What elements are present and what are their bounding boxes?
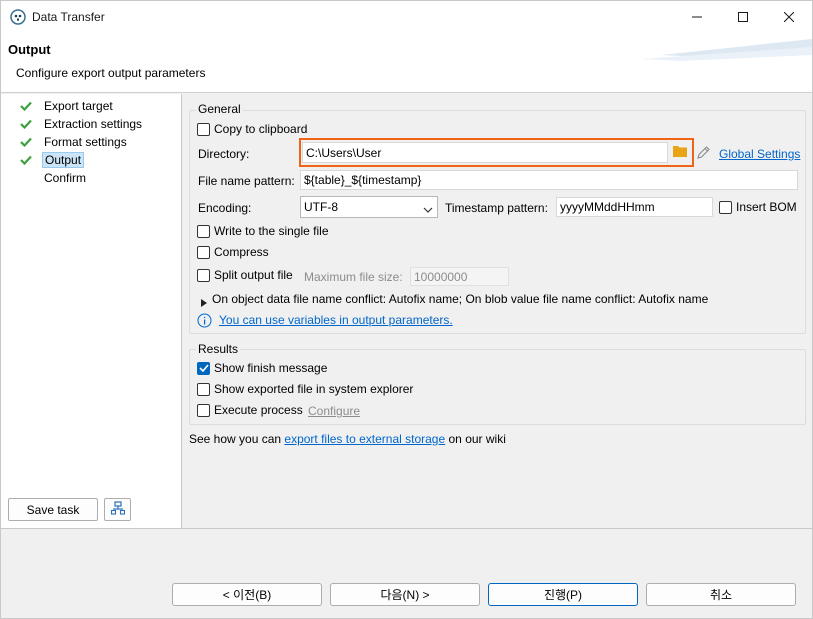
- nav-item-export-target[interactable]: Export target: [19, 98, 115, 114]
- check-icon: [19, 99, 33, 113]
- max-file-size-input[interactable]: 10000000: [410, 267, 509, 286]
- maximize-button[interactable]: [720, 1, 766, 33]
- timestamp-pattern-label: Timestamp pattern:: [445, 201, 548, 215]
- tasks-icon: [110, 501, 125, 518]
- check-icon: [19, 153, 33, 167]
- header-decoration: [641, 39, 812, 61]
- check-icon: [19, 135, 33, 149]
- wiki-hint: See how you can export files to external…: [189, 432, 506, 446]
- minimize-button[interactable]: [674, 1, 720, 33]
- info-icon: [197, 313, 212, 331]
- wizard-header: Output Configure export output parameter…: [1, 33, 812, 93]
- show-exported-file-checkbox[interactable]: Show exported file in system explorer: [197, 382, 413, 396]
- execute-process-checkbox[interactable]: Execute process: [197, 403, 303, 417]
- data-transfer-window: Data Transfer Output Configure export ou…: [0, 0, 813, 619]
- directory-input[interactable]: C:\Users\User: [302, 142, 668, 163]
- save-task-button[interactable]: Save task: [8, 498, 98, 521]
- footer-divider: [1, 528, 812, 529]
- chevron-down-icon: [423, 203, 433, 217]
- window-title: Data Transfer: [32, 10, 105, 24]
- general-group-title: General: [196, 102, 243, 116]
- nav-item-confirm[interactable]: Confirm: [19, 170, 88, 186]
- nav-item-extraction-settings[interactable]: Extraction settings: [19, 116, 144, 132]
- results-group-title: Results: [196, 342, 241, 356]
- encoding-select[interactable]: UTF-8: [300, 196, 438, 218]
- show-finish-message-checkbox[interactable]: Show finish message: [197, 361, 327, 375]
- check-icon: [19, 117, 33, 131]
- insert-bom-checkbox[interactable]: Insert BOM: [719, 200, 797, 214]
- global-settings-link[interactable]: Global Settings: [719, 147, 800, 161]
- configure-link[interactable]: Configure: [308, 404, 360, 418]
- back-button[interactable]: < 이전(B): [172, 583, 322, 606]
- close-button[interactable]: [766, 1, 812, 33]
- proceed-button[interactable]: 진행(P): [488, 583, 638, 606]
- page-description: Configure export output parameters: [16, 66, 206, 80]
- nav-item-label: Confirm: [44, 171, 87, 185]
- encoding-label: Encoding:: [198, 201, 252, 215]
- cancel-button[interactable]: 취소: [646, 583, 796, 606]
- file-name-pattern-label: File name pattern:: [198, 174, 295, 188]
- page-title: Output: [8, 42, 51, 57]
- folder-icon: [673, 145, 687, 160]
- export-files-wiki-link[interactable]: export files to external storage: [284, 432, 445, 446]
- variables-help-link[interactable]: You can use variables in output paramete…: [219, 313, 453, 327]
- wizard-nav: Export target Extraction settings Format…: [1, 94, 182, 528]
- max-file-size-label: Maximum file size:: [304, 270, 403, 284]
- nav-item-format-settings[interactable]: Format settings: [19, 134, 129, 150]
- conflict-settings-text[interactable]: On object data file name conflict: Autof…: [212, 292, 708, 306]
- app-beaver-icon: [10, 9, 26, 25]
- nav-item-output[interactable]: Output: [19, 152, 85, 168]
- split-output-file-checkbox[interactable]: Split output file: [197, 268, 293, 282]
- write-single-file-checkbox[interactable]: Write to the single file: [197, 224, 329, 238]
- edit-pencil-icon[interactable]: [695, 145, 711, 161]
- compress-checkbox[interactable]: Compress: [197, 245, 269, 259]
- output-settings-panel: General Copy to clipboard Directory: C:\…: [183, 94, 812, 528]
- title-bar: Data Transfer: [1, 1, 812, 33]
- browse-folder-button[interactable]: [669, 142, 691, 163]
- timestamp-pattern-input[interactable]: yyyyMMddHHmm: [556, 197, 713, 217]
- next-button[interactable]: 다음(N) >: [330, 583, 480, 606]
- nav-item-label: Extraction settings: [44, 117, 143, 131]
- checkmark-icon: [198, 364, 209, 372]
- expand-triangle-icon[interactable]: [201, 296, 207, 310]
- task-manager-button[interactable]: [104, 498, 131, 521]
- nav-item-label: Export target: [44, 99, 113, 113]
- directory-label: Directory:: [198, 147, 250, 161]
- nav-item-label: Output: [42, 152, 85, 168]
- copy-to-clipboard-checkbox[interactable]: Copy to clipboard: [197, 122, 307, 136]
- nav-item-label: Format settings: [44, 135, 127, 149]
- file-name-pattern-input[interactable]: ${table}_${timestamp}: [300, 170, 798, 190]
